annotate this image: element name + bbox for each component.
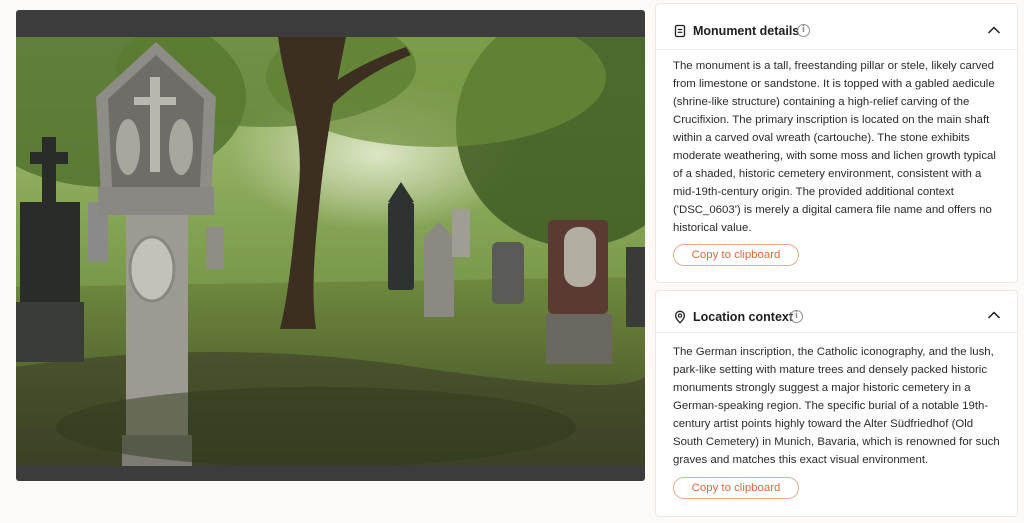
location-context-text: The German inscription, the Catholic ico… [673,346,1000,466]
copy-to-clipboard-button[interactable]: Copy to clipboard [673,244,799,266]
chevron-up-icon[interactable] [987,25,1001,35]
document-icon [674,24,686,38]
monument-details-title: Monument details [693,24,800,38]
chevron-up-icon[interactable] [987,310,1001,320]
divider [656,332,1017,333]
location-context-header[interactable]: Location context i [656,291,1017,341]
cemetery-photo [16,37,645,466]
divider [656,49,1017,50]
image-viewer [16,10,645,481]
map-pin-icon [674,310,686,324]
info-icon[interactable]: i [797,24,810,37]
location-context-card: Location context i The German inscriptio… [655,290,1018,517]
location-context-title: Location context [693,310,794,324]
info-icon[interactable]: i [790,310,803,323]
copy-to-clipboard-button[interactable]: Copy to clipboard [673,477,799,499]
monument-details-text: The monument is a tall, freestanding pil… [673,60,996,234]
monument-details-card: Monument details i The monument is a tal… [655,3,1018,283]
